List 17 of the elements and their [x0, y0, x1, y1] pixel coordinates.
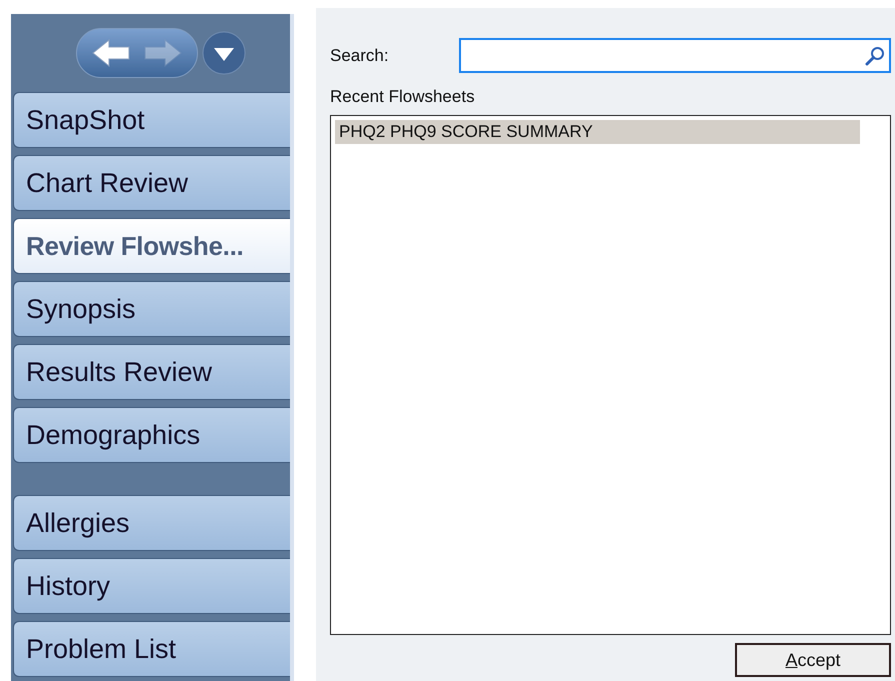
recent-flowsheets-heading: Recent Flowsheets — [330, 87, 476, 107]
sidebar-item[interactable]: Problem List — [13, 621, 290, 677]
dropdown-icon[interactable] — [202, 31, 246, 75]
accept-button[interactable]: Accept — [735, 643, 891, 677]
search-icon[interactable] — [865, 46, 885, 66]
sidebar-item[interactable]: History — [13, 558, 290, 614]
sidebar-item[interactable]: Allergies — [13, 495, 290, 551]
sidebar-item[interactable]: Demographics — [13, 407, 290, 463]
back-arrow-icon[interactable] — [90, 38, 130, 68]
sidebar-item[interactable]: SnapShot — [13, 92, 290, 148]
sidebar-item[interactable]: Synopsis — [13, 281, 290, 337]
sidebar-item[interactable]: Review Flowshe... — [13, 218, 290, 274]
sidebar-item[interactable]: Results Review — [13, 344, 290, 400]
sidebar-item[interactable]: Chart Review — [13, 155, 290, 211]
flowsheet-list-item[interactable]: PHQ2 PHQ9 SCORE SUMMARY — [335, 120, 860, 144]
search-field[interactable] — [459, 38, 891, 73]
search-label: Search: — [330, 46, 390, 66]
